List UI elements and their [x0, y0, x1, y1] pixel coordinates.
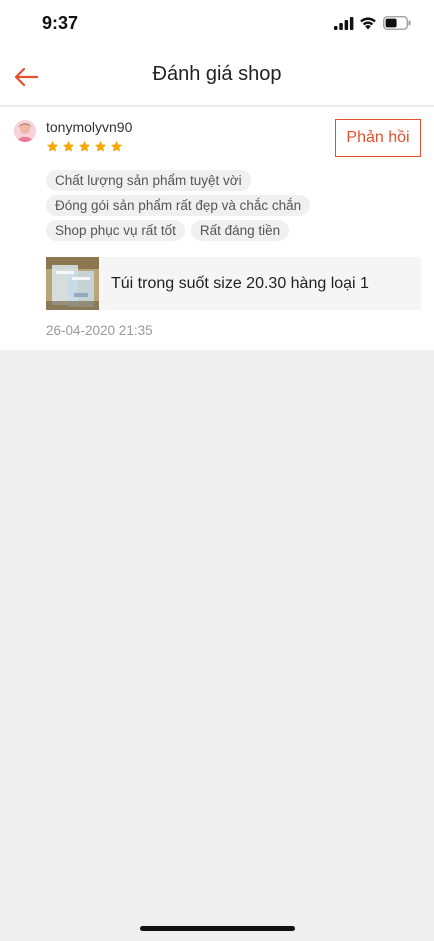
- review-tag: Shop phục vụ rất tốt: [46, 220, 185, 241]
- avatar-image: [14, 120, 36, 142]
- review-tag: Đóng gói sản phẩm rất đẹp và chắc chắn: [46, 195, 311, 216]
- star-rating: [46, 140, 123, 153]
- product-thumbnail: [46, 257, 99, 310]
- review-card: tonymolyvn90 Phản hồi Chất lượng sản phẩ…: [0, 107, 434, 350]
- status-time: 9:37: [42, 13, 79, 33]
- reviewer-username[interactable]: tonymolyvn90: [46, 119, 132, 135]
- review-tags: Chất lượng sản phẩm tuyệt vời Đóng gói s…: [46, 170, 416, 241]
- home-indicator[interactable]: [140, 926, 295, 931]
- wifi-icon: [360, 17, 376, 30]
- star-icon: [110, 140, 123, 152]
- review-tag: Rất đáng tiền: [190, 220, 290, 241]
- cellular-signal-icon: [334, 17, 354, 30]
- star-icon: [46, 140, 59, 152]
- battery-icon: [383, 16, 411, 30]
- avatar[interactable]: [14, 120, 36, 142]
- reviewed-product[interactable]: Túi trong suốt size 20.30 hàng loại 1: [46, 257, 421, 310]
- star-icon: [78, 140, 91, 152]
- reply-button[interactable]: Phản hồi: [335, 119, 421, 157]
- product-name: Túi trong suốt size 20.30 hàng loại 1: [111, 274, 369, 292]
- navigation-bar: Đánh giá shop: [0, 48, 434, 106]
- page-title: Đánh giá shop: [152, 63, 282, 85]
- star-icon: [94, 140, 107, 152]
- star-icon: [62, 140, 75, 152]
- review-tag: Chất lượng sản phẩm tuyệt vời: [46, 170, 251, 191]
- review-date: 26-04-2020 21:35: [46, 323, 153, 338]
- status-bar: 9:37: [0, 0, 434, 48]
